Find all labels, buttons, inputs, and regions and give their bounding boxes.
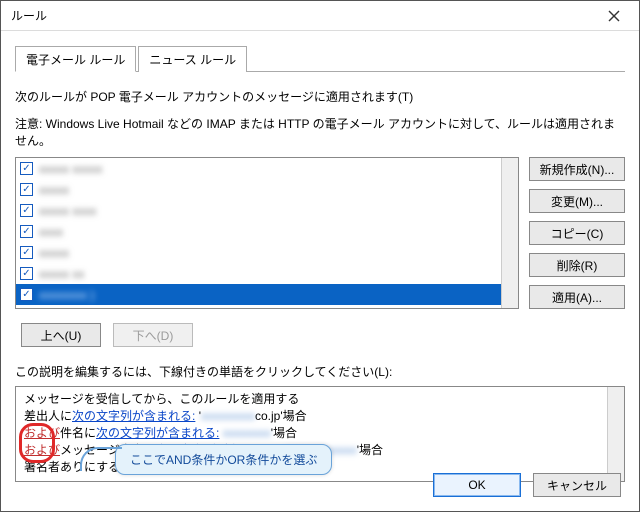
order-buttons: 上へ(U) 下へ(D): [21, 323, 625, 347]
desc-line-3: および件名に次の文字列が含まれる: xxxxxxxx'場合: [24, 425, 602, 442]
desc-line-1: メッセージを受信してから、このルールを適用する: [24, 391, 602, 408]
rule-checkbox[interactable]: ✓: [20, 162, 33, 175]
edit-rule-button[interactable]: 変更(M)...: [529, 189, 625, 213]
ok-button[interactable]: OK: [433, 473, 521, 497]
rule-checkbox[interactable]: ✓: [20, 225, 33, 238]
subject-condition-link[interactable]: 次の文字列が含まれる:: [96, 426, 219, 440]
rule-list-item[interactable]: ✓ xxxxx xx: [16, 263, 518, 284]
rule-target-heading: 次のルールが POP 電子メール アカウントのメッセージに適用されます(T): [15, 88, 625, 105]
rule-list-item[interactable]: ✓ xxxxxxxx ): [16, 284, 518, 305]
rule-checkbox[interactable]: ✓: [20, 183, 33, 196]
close-icon: [608, 10, 620, 22]
rule-name: xxxxx xx: [39, 267, 84, 281]
rule-checkbox[interactable]: ✓: [20, 204, 33, 217]
rule-list[interactable]: ✓ xxxxx xxxxx ✓ xxxxx ✓ xxxxx xxxx ✓ xxxx ✓ xxxxx…: [15, 157, 519, 309]
rule-name: xxxxx xxxx: [39, 204, 96, 218]
move-down-button: 下へ(D): [113, 323, 193, 347]
rule-list-item[interactable]: ✓ xxxxx xxxx: [16, 200, 518, 221]
rule-name: xxxx: [39, 225, 63, 239]
rule-name: xxxxx: [39, 183, 69, 197]
apply-rule-button[interactable]: 適用(A)...: [529, 285, 625, 309]
delete-rule-button[interactable]: 削除(R): [529, 253, 625, 277]
rule-checkbox[interactable]: ✓: [20, 267, 33, 280]
cancel-button[interactable]: キャンセル: [533, 473, 621, 497]
rule-list-item[interactable]: ✓ xxxxx: [16, 179, 518, 200]
tab-email-rules[interactable]: 電子メール ルール: [15, 46, 136, 72]
titlebar: ルール: [1, 1, 639, 31]
description-label: この説明を編集するには、下線付きの単語をクリックしてください(L):: [15, 363, 625, 380]
description-scrollbar[interactable]: [607, 387, 624, 481]
rule-name: xxxxx: [39, 246, 69, 260]
logic-operator-link-1[interactable]: および: [24, 426, 60, 440]
imap-notice: 注意: Windows Live Hotmail などの IMAP または HT…: [15, 115, 625, 149]
rule-action-buttons: 新規作成(N)... 変更(M)... コピー(C) 削除(R) 適用(A)..…: [529, 157, 625, 309]
window-title: ルール: [11, 7, 593, 24]
rule-list-item[interactable]: ✓ xxxx: [16, 221, 518, 242]
logic-operator-link-2[interactable]: および: [24, 443, 60, 457]
rule-list-scrollbar[interactable]: [501, 158, 518, 308]
copy-rule-button[interactable]: コピー(C): [529, 221, 625, 245]
tab-bar: 電子メール ルール ニュース ルール: [15, 45, 625, 72]
rule-list-item[interactable]: ✓ xxxxx xxxxx: [16, 158, 518, 179]
sender-condition-link[interactable]: 次の文字列が含まれる:: [72, 409, 195, 423]
rule-name: xxxxxxxx ): [39, 288, 94, 302]
rule-list-item[interactable]: ✓ xxxxx: [16, 242, 518, 263]
dialog-body: 電子メール ルール ニュース ルール 次のルールが POP 電子メール アカウン…: [1, 31, 639, 511]
desc-line-2: 差出人に次の文字列が含まれる: 'xxxxxxxxxco.jp'場合: [24, 408, 602, 425]
close-button[interactable]: [593, 2, 635, 30]
new-rule-button[interactable]: 新規作成(N)...: [529, 157, 625, 181]
rule-checkbox[interactable]: ✓: [20, 288, 33, 301]
tab-news-rules[interactable]: ニュース ルール: [138, 46, 247, 72]
annotation-callout: ここでAND条件かOR条件かを選ぶ: [115, 444, 332, 475]
rule-checkbox[interactable]: ✓: [20, 246, 33, 259]
rule-name: xxxxx xxxxx: [39, 162, 102, 176]
rules-dialog: ルール 電子メール ルール ニュース ルール 次のルールが POP 電子メール …: [0, 0, 640, 512]
dialog-footer: OK キャンセル: [433, 473, 621, 497]
move-up-button[interactable]: 上へ(U): [21, 323, 101, 347]
